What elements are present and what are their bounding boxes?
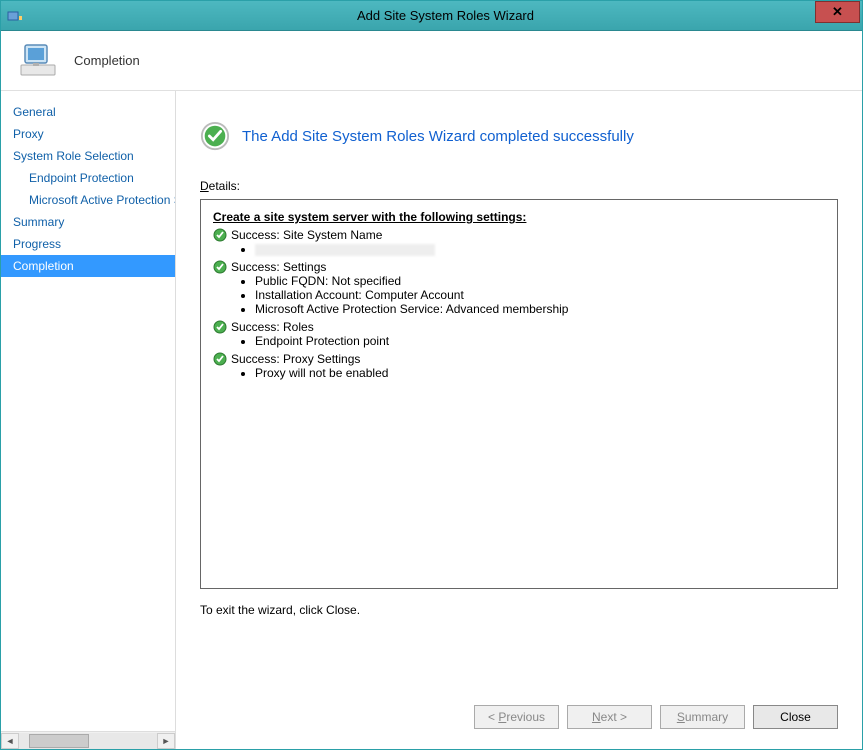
result-item: Success: Roles [213, 320, 825, 334]
result-bullet: Microsoft Active Protection Service: Adv… [255, 302, 825, 316]
result-bullet: Public FQDN: Not specified [255, 274, 825, 288]
close-button[interactable]: Close [753, 705, 838, 729]
result-sublist: Endpoint Protection point [243, 334, 825, 348]
details-heading: Create a site system server with the fol… [213, 210, 825, 224]
result-label: Success: Roles [231, 320, 314, 334]
scroll-right-button[interactable]: ► [157, 733, 175, 749]
close-icon: ✕ [832, 4, 843, 20]
titlebar: Add Site System Roles Wizard ✕ [1, 1, 862, 31]
scroll-thumb[interactable] [29, 734, 89, 748]
content-area: GeneralProxySystem Role SelectionEndpoin… [1, 91, 862, 749]
result-bullet: Proxy will not be enabled [255, 366, 825, 380]
wizard-buttons: < Previous Next > Summary Close [474, 705, 838, 729]
success-message: The Add Site System Roles Wizard complet… [242, 128, 634, 145]
scroll-track[interactable] [19, 733, 157, 749]
window-title: Add Site System Roles Wizard [29, 8, 862, 23]
nav-item-system-role-selection[interactable]: System Role Selection [1, 145, 175, 167]
result-sublist: Public FQDN: Not specifiedInstallation A… [243, 274, 825, 316]
next-button: Next > [567, 705, 652, 729]
wizard-main: The Add Site System Roles Wizard complet… [176, 91, 862, 749]
wizard-sidebar: GeneralProxySystem Role SelectionEndpoin… [1, 91, 176, 749]
result-item: Success: Site System Name [213, 228, 825, 242]
result-bullet: Installation Account: Computer Account [255, 288, 825, 302]
wizard-header: Completion [1, 31, 862, 91]
check-icon [213, 260, 227, 274]
check-icon [213, 320, 227, 334]
details-box: Create a site system server with the fol… [200, 199, 838, 589]
scroll-left-button[interactable]: ◄ [1, 733, 19, 749]
result-label: Success: Site System Name [231, 228, 382, 242]
result-sublist: Proxy will not be enabled [243, 366, 825, 380]
check-icon [213, 352, 227, 366]
success-check-icon [200, 121, 230, 151]
success-banner: The Add Site System Roles Wizard complet… [200, 121, 838, 151]
window-close-button[interactable]: ✕ [815, 1, 860, 23]
computer-icon [19, 41, 59, 81]
previous-button: < Previous [474, 705, 559, 729]
result-label: Success: Proxy Settings [231, 352, 360, 366]
result-sublist [243, 242, 825, 256]
exit-hint: To exit the wizard, click Close. [200, 603, 838, 617]
result-bullet: Endpoint Protection point [255, 334, 825, 348]
nav-item-proxy[interactable]: Proxy [1, 123, 175, 145]
nav-item-progress[interactable]: Progress [1, 233, 175, 255]
page-title: Completion [74, 53, 140, 68]
result-item: Success: Proxy Settings [213, 352, 825, 366]
details-label: Details: [200, 179, 838, 193]
sidebar-scrollbar[interactable]: ◄ ► [1, 731, 175, 749]
result-bullet [255, 242, 825, 256]
nav-item-endpoint-protection[interactable]: Endpoint Protection [1, 167, 175, 189]
nav-item-general[interactable]: General [1, 101, 175, 123]
nav-item-summary[interactable]: Summary [1, 211, 175, 233]
redacted-value [255, 244, 435, 256]
nav-item-microsoft-active-protection-service[interactable]: Microsoft Active Protection Service [1, 189, 175, 211]
result-item: Success: Settings [213, 260, 825, 274]
app-icon [7, 8, 23, 24]
result-label: Success: Settings [231, 260, 326, 274]
wizard-nav: GeneralProxySystem Role SelectionEndpoin… [1, 91, 175, 731]
check-icon [213, 228, 227, 242]
summary-button: Summary [660, 705, 745, 729]
nav-item-completion[interactable]: Completion [1, 255, 175, 277]
